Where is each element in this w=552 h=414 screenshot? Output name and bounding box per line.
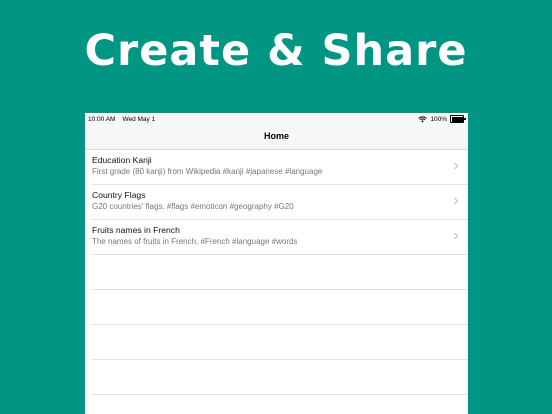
empty-row xyxy=(92,290,468,325)
empty-row xyxy=(92,360,468,395)
status-bar: 10:00 AM Wed May 1 100% xyxy=(85,113,468,127)
empty-row xyxy=(92,255,468,290)
device-screen: 10:00 AM Wed May 1 100% Home Education Ka… xyxy=(85,113,468,414)
status-time: 10:00 AM xyxy=(88,116,116,123)
deck-list: Education Kanji First grade (80 kanji) f… xyxy=(85,150,468,395)
wifi-icon xyxy=(418,115,427,122)
chevron-right-icon xyxy=(454,162,459,170)
list-item[interactable]: Fruits names in French The names of frui… xyxy=(92,220,468,255)
status-right: 100% xyxy=(418,115,466,123)
list-item[interactable]: Country Flags G20 countries' flags. #fla… xyxy=(92,185,468,220)
list-item-subtitle: G20 countries' flags. #flags #emoticon #… xyxy=(92,202,294,211)
list-item-title: Country Flags xyxy=(92,190,146,200)
status-left: 10:00 AM Wed May 1 xyxy=(88,116,162,123)
list-item-subtitle: First grade (80 kanji) from Wikipedia #k… xyxy=(92,167,323,176)
list-item-subtitle: The names of fruits in French. #French #… xyxy=(92,237,298,246)
status-date: Wed May 1 xyxy=(122,116,156,123)
chevron-right-icon xyxy=(454,232,459,240)
list-item[interactable]: Education Kanji First grade (80 kanji) f… xyxy=(92,150,468,185)
list-item-title: Education Kanji xyxy=(92,155,152,165)
battery-percent: 100% xyxy=(430,115,447,123)
battery-icon xyxy=(450,115,466,123)
headline: Create & Share xyxy=(84,26,468,76)
list-item-title: Fruits names in French xyxy=(92,225,180,235)
empty-row xyxy=(92,325,468,360)
nav-title: Home xyxy=(263,131,289,141)
nav-bar: Home xyxy=(85,127,468,150)
chevron-right-icon xyxy=(454,197,459,205)
